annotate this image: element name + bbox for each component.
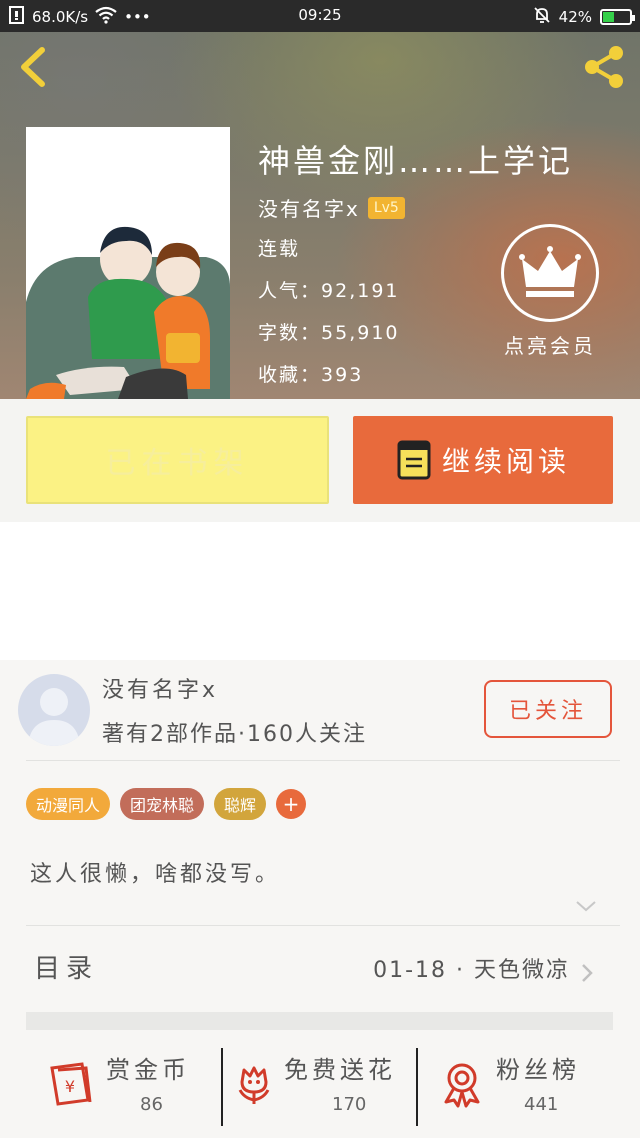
chevron-left-icon bbox=[21, 47, 45, 87]
favorites-label: 收藏： bbox=[258, 364, 322, 386]
reward-coins-button[interactable]: ¥ 赏金币 86 bbox=[0, 1030, 222, 1138]
word-count-value: 55,910 bbox=[321, 322, 400, 344]
default-avatar-icon bbox=[28, 688, 80, 746]
follow-label: 已关注 bbox=[508, 699, 587, 724]
section-separator bbox=[26, 1012, 613, 1030]
crown-icon bbox=[501, 224, 599, 322]
mute-bell-icon bbox=[533, 6, 551, 28]
on-shelf-button[interactable]: 已在书架 bbox=[26, 416, 329, 504]
status-bar: 68.0K/s ••• 09:25 42% bbox=[0, 0, 640, 32]
bottom-stats-bar: ¥ 赏金币 86 免费送花 170 粉丝榜 441 bbox=[0, 1030, 640, 1138]
fan-ranking-label: 粉丝榜 bbox=[496, 1056, 580, 1084]
tag-item[interactable]: 聪辉 bbox=[214, 788, 267, 820]
send-flowers-value: 170 bbox=[332, 1094, 367, 1115]
flower-icon bbox=[238, 1066, 270, 1104]
expand-intro-button[interactable] bbox=[574, 898, 598, 914]
follow-button[interactable]: 已关注 bbox=[484, 680, 612, 738]
continue-reading-button[interactable]: 继续阅读 bbox=[353, 416, 613, 504]
book-title: 神兽金刚……上学记 bbox=[258, 142, 574, 180]
level-badge: Lv5 bbox=[367, 196, 405, 219]
fan-ranking-value: 441 bbox=[524, 1094, 559, 1115]
share-button[interactable] bbox=[580, 44, 628, 90]
add-tag-button[interactable]: + bbox=[276, 789, 307, 819]
action-bar: 已在书架 继续阅读 bbox=[0, 399, 640, 522]
divider bbox=[26, 760, 620, 761]
svg-text:¥: ¥ bbox=[65, 1077, 75, 1096]
chevron-right-icon bbox=[582, 964, 593, 982]
book-intro: 这人很懒，啥都没写。 bbox=[30, 862, 281, 887]
table-of-contents-row[interactable]: 目录 01-18 · 天色微凉 bbox=[0, 926, 640, 1010]
tag-item[interactable]: 动漫同人 bbox=[26, 788, 111, 820]
popularity-label: 人气： bbox=[258, 280, 322, 302]
author-name[interactable]: 没有名字x bbox=[258, 193, 360, 222]
back-button[interactable] bbox=[14, 44, 54, 90]
send-flowers-button[interactable]: 免费送花 170 bbox=[222, 1030, 417, 1138]
medal-icon bbox=[444, 1063, 480, 1108]
cover-illustration bbox=[26, 127, 230, 399]
fan-ranking-button[interactable]: 粉丝榜 441 bbox=[418, 1030, 640, 1138]
author-section: 没有名字x 著有2部作品·160人关注 已关注 动漫同人 团宠林聪 聪辉 + 这… bbox=[0, 660, 640, 1030]
vip-button[interactable]: 点亮会员 bbox=[500, 224, 600, 358]
chevron-down-icon bbox=[576, 901, 596, 912]
word-count-label: 字数： bbox=[258, 322, 322, 344]
continue-reading-label: 继续阅读 bbox=[441, 445, 570, 478]
author-section-name[interactable]: 没有名字x bbox=[102, 672, 218, 704]
reward-coins-label: 赏金币 bbox=[106, 1056, 190, 1084]
popularity-value: 92,191 bbox=[321, 280, 400, 302]
latest-chapter: 01-18 · 天色微凉 bbox=[373, 958, 570, 983]
book-header: 68.0K/s ••• 09:25 42% 神兽金刚……上学记 没有名字x Lv… bbox=[0, 0, 640, 399]
vip-label: 点亮会员 bbox=[504, 334, 596, 358]
toc-label: 目录 bbox=[34, 954, 99, 984]
battery-percent: 42% bbox=[558, 8, 592, 26]
share-icon bbox=[585, 46, 623, 88]
favorites-value: 393 bbox=[321, 364, 364, 386]
blank-area bbox=[0, 522, 640, 660]
popularity-row: 人气：92,191 bbox=[258, 276, 400, 303]
send-flowers-label: 免费送花 bbox=[284, 1056, 396, 1084]
red-envelope-icon: ¥ bbox=[50, 1062, 92, 1106]
word-count-row: 字数：55,910 bbox=[258, 318, 400, 345]
author-stats: 著有2部作品·160人关注 bbox=[102, 722, 367, 747]
reward-coins-value: 86 bbox=[140, 1094, 163, 1115]
on-shelf-label: 已在书架 bbox=[105, 446, 250, 481]
book-cover[interactable] bbox=[26, 127, 230, 399]
avatar[interactable] bbox=[18, 674, 90, 746]
favorites-row: 收藏：393 bbox=[258, 360, 363, 387]
serial-status: 连载 bbox=[258, 238, 301, 260]
book-icon bbox=[397, 440, 431, 480]
tag-list: 动漫同人 团宠林聪 聪辉 + bbox=[26, 788, 307, 820]
battery-icon bbox=[600, 9, 635, 25]
tag-item[interactable]: 团宠林聪 bbox=[120, 788, 205, 820]
